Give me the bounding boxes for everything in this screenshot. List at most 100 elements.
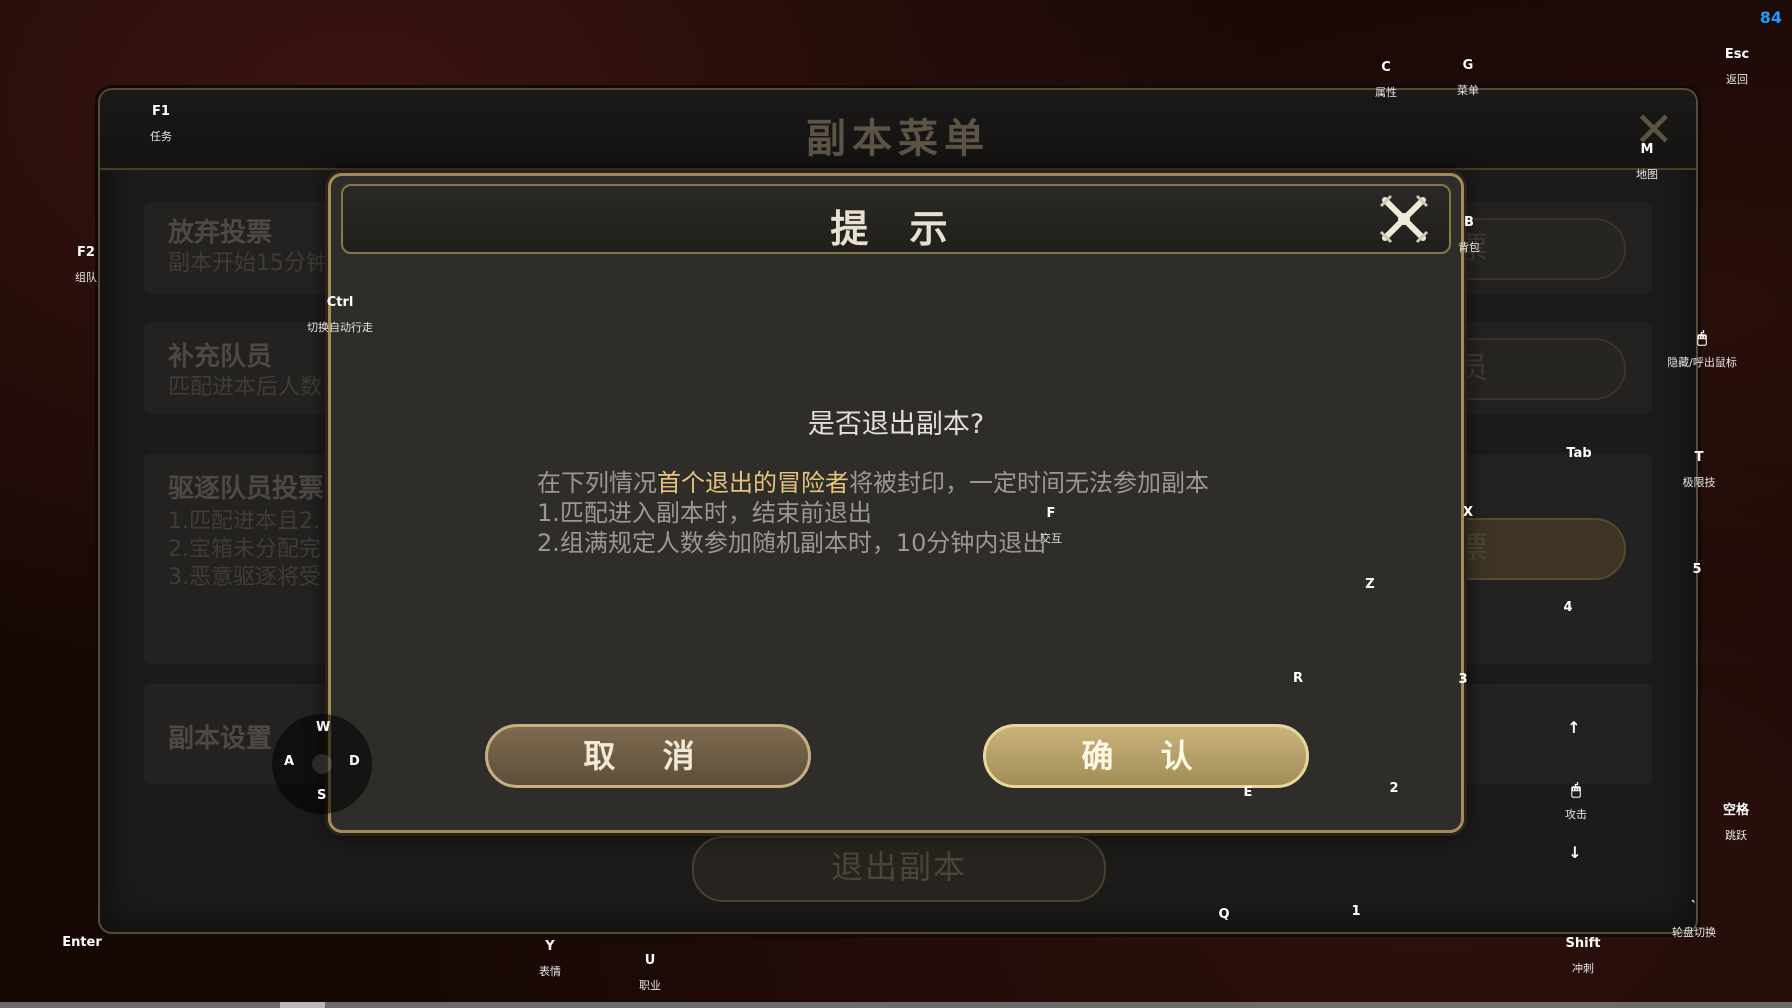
row-sub: 2.宝箱未分配完: [168, 537, 321, 562]
hint-label: 切换自动行走: [307, 321, 373, 334]
hint-label: 交互: [1040, 532, 1062, 545]
desc-line-1: 在下列情况首个退出的冒险者将被封印，一定时间无法参加副本: [537, 468, 1297, 498]
hint-q: Q: [1199, 907, 1249, 923]
row-title: 放弃投票: [168, 218, 273, 248]
cancel-button[interactable]: 取 消: [485, 724, 811, 788]
hint-enter: Enter: [57, 935, 107, 951]
hint-tab: Tab: [1554, 446, 1604, 462]
hint-c: C 属性: [1361, 60, 1411, 101]
hint-f: F 交互: [1026, 506, 1076, 547]
desc-line-2: 1.匹配进入副本时，结束前退出: [537, 499, 872, 527]
hint-key: M: [1640, 142, 1654, 157]
hint-g: G 菜单: [1443, 58, 1493, 99]
hint-label: 攻击: [1565, 808, 1587, 821]
hint-label: 冲刺: [1572, 962, 1594, 975]
hint-x: X: [1443, 505, 1493, 521]
hint-key: Shift: [1565, 936, 1601, 951]
key-s: S: [317, 788, 327, 803]
hint-key: 2: [1389, 781, 1399, 796]
hint-mouse-toggle: 🖱 隐藏/呼出鼠标: [1652, 330, 1752, 371]
hint-5: 5: [1672, 562, 1722, 578]
dialog-title: 提 示: [830, 206, 962, 251]
desc-suffix: 将被封印，一定时间无法参加副本: [849, 469, 1209, 497]
mouse-icon: 🖱: [1571, 780, 1581, 799]
hint-wheel: ` 轮盘切换: [1654, 900, 1734, 941]
scrollbar-thumb[interactable]: [280, 1002, 325, 1008]
exit-dungeon-button[interactable]: 退出副本: [692, 836, 1106, 902]
hint-key: T: [1694, 450, 1704, 465]
hint-space: 空格 跳跃: [1711, 803, 1761, 844]
hint-label: 背包: [1458, 241, 1480, 254]
arrow-down-icon: ↓: [1568, 843, 1582, 862]
hint-key: Y: [545, 939, 555, 954]
close-icon[interactable]: [1377, 192, 1431, 246]
hint-key: U: [644, 953, 656, 968]
hint-key: 4: [1563, 600, 1573, 615]
hint-key: 5: [1692, 562, 1702, 577]
hint-key: X: [1462, 505, 1474, 520]
fps-counter: 84: [1759, 8, 1782, 27]
hint-key: C: [1381, 60, 1391, 75]
hint-key: R: [1292, 671, 1303, 686]
hint-label: 组队: [75, 271, 97, 284]
hint-t: T 极限技: [1674, 450, 1724, 491]
hint-key: 空格: [1722, 803, 1749, 818]
hint-key: `: [1690, 900, 1698, 915]
cancel-label: 取 消: [583, 737, 713, 775]
hint-label: 菜单: [1457, 84, 1479, 97]
hint-key: Q: [1218, 907, 1230, 922]
hint-y: Y 表情: [525, 939, 575, 980]
hint-f1: F1 任务: [136, 104, 186, 145]
mouse-icon: 🖱: [1697, 328, 1707, 347]
key-a: A: [284, 754, 295, 769]
hint-key: B: [1464, 215, 1474, 230]
row-sub: 副本开始15分钟: [168, 251, 328, 276]
hint-key: Esc: [1724, 47, 1750, 62]
hint-key: 3: [1458, 672, 1468, 687]
hint-label: 隐藏/呼出鼠标: [1667, 356, 1737, 369]
hint-key: Z: [1365, 577, 1375, 592]
hint-key: Ctrl: [326, 295, 354, 310]
hint-up: ↑: [1549, 720, 1599, 736]
desc-prefix: 在下列情况: [537, 469, 657, 497]
hint-b: B 背包: [1444, 215, 1494, 256]
hint-3: 3: [1438, 672, 1488, 688]
hint-key: F2: [77, 245, 95, 260]
row-title: 驱逐队员投票: [168, 474, 325, 504]
key-w: W: [316, 720, 331, 735]
hint-label: 表情: [539, 965, 561, 978]
confirm-label: 确 认: [1081, 737, 1211, 775]
hint-key: Tab: [1566, 446, 1592, 461]
dpad-center: [312, 754, 332, 774]
row-sub: 3.恶意驱逐将受: [168, 565, 321, 590]
movement-pad[interactable]: W A S D: [272, 714, 372, 814]
hint-key: 1: [1351, 904, 1361, 919]
exit-confirm-dialog: 提 示 是否退出副本? 在下列情况首个退出的冒险者将被封印，一定时间无法参加副本…: [328, 173, 1464, 833]
key-d: D: [349, 754, 360, 769]
hint-label: 跳跃: [1725, 829, 1747, 842]
dialog-header: 提 示: [341, 184, 1451, 254]
hint-shift: Shift 冲刺: [1558, 936, 1608, 977]
hint-label: 返回: [1726, 73, 1748, 86]
hint-4: 4: [1543, 600, 1593, 616]
hint-ctrl: Ctrl 切换自动行走: [290, 295, 390, 336]
hint-m: M 地图: [1622, 142, 1672, 183]
hint-down: ↓: [1550, 845, 1600, 861]
hint-u: U 职业: [625, 953, 675, 994]
hint-attack: 🖱 攻击: [1551, 782, 1601, 823]
confirm-button[interactable]: 确 认: [983, 724, 1309, 788]
hint-r: R: [1273, 671, 1323, 687]
menu-header: 副本菜单 ✕: [100, 90, 1696, 170]
row-sub: 1.匹配进本且2.: [168, 509, 320, 534]
row-title: 副本设置: [168, 724, 273, 754]
hint-esc: Esc 返回: [1712, 47, 1762, 88]
hint-key: F: [1046, 506, 1056, 521]
hint-label: 任务: [150, 130, 172, 143]
hint-1: 1: [1331, 904, 1381, 920]
hint-e: E: [1223, 785, 1273, 801]
bottom-scrollbar[interactable]: [0, 1002, 1792, 1008]
hint-key: G: [1462, 58, 1474, 73]
hint-label: 职业: [639, 979, 661, 992]
hint-label: 地图: [1636, 168, 1658, 181]
arrow-up-icon: ↑: [1567, 718, 1581, 737]
